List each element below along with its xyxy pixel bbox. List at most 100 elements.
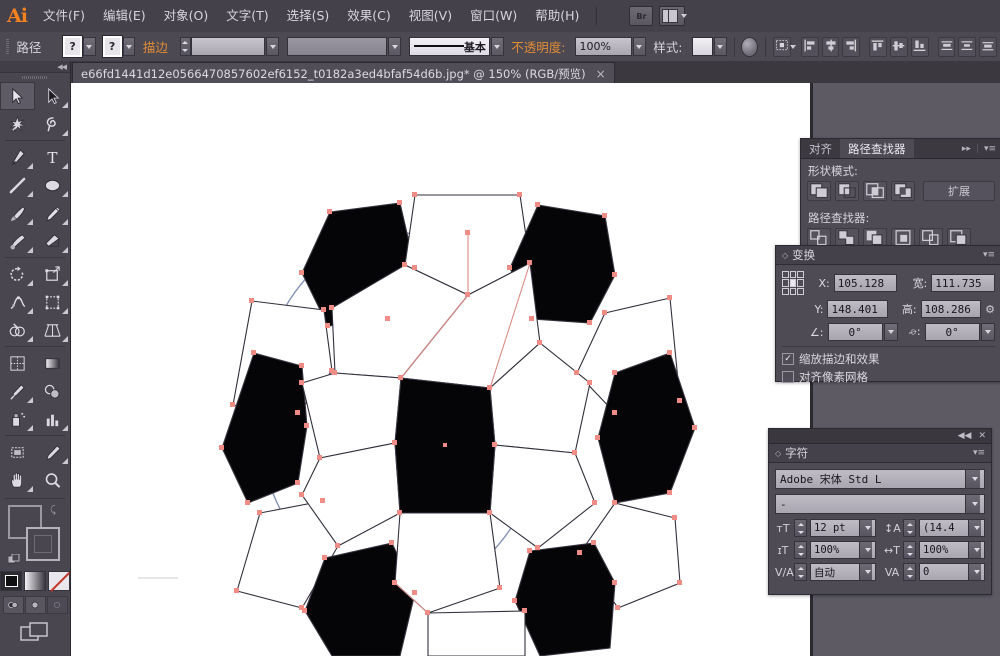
font-family-select[interactable]: Adobe 宋体 Std L (775, 469, 985, 489)
kerning-row[interactable]: V/A 自动 (775, 563, 876, 581)
ellipse-tool[interactable] (35, 171, 70, 199)
width-input[interactable]: 111.735 (931, 274, 995, 292)
transform-panel[interactable]: ◇ 变换 ▾≡ X: 105.128 宽: 111.735 Y: 148.401 (775, 245, 1000, 385)
stroke-weight-dropdown[interactable] (266, 37, 280, 56)
chevron-down-icon[interactable] (859, 520, 872, 536)
menu-item-window[interactable]: 窗口(W) (461, 0, 526, 32)
default-fill-stroke-icon[interactable] (7, 553, 20, 566)
slice-tool[interactable] (35, 438, 70, 466)
mesh-tool[interactable] (0, 349, 35, 377)
angle-input[interactable]: 0° (827, 323, 883, 341)
no-fill-button[interactable] (48, 571, 70, 591)
close-icon[interactable]: × (596, 67, 606, 81)
scale-tool[interactable] (35, 260, 70, 288)
chevron-down-icon[interactable] (968, 564, 981, 580)
document-tab[interactable]: e66fd1441d12e0566470857602ef6152_t0182a3… (72, 62, 615, 84)
align-bottom-icon[interactable] (910, 36, 929, 57)
tab-pathfinder[interactable]: 路径查找器 (840, 139, 914, 158)
shear-dropdown[interactable] (980, 323, 996, 341)
type-tool[interactable]: T (35, 143, 70, 171)
chevron-down-icon[interactable] (859, 564, 872, 580)
blend-tool[interactable] (35, 377, 70, 405)
panel-menu-icon[interactable]: ▾≡ (984, 144, 996, 154)
graphic-style-dropdown[interactable] (713, 37, 727, 56)
align-pixel-grid-checkbox[interactable] (782, 371, 794, 383)
scale-strokes-checkbox[interactable]: ✓ (782, 353, 794, 365)
stroke-color-box[interactable] (26, 527, 60, 561)
pathfinder-panel[interactable]: 对齐 路径查找器 ▸▸ | ▾≡ 形状模式: 扩展 路径查找器: (800, 138, 1000, 256)
menu-item-object[interactable]: 对象(O) (155, 0, 218, 32)
distribute-bottom-icon[interactable] (979, 36, 998, 57)
intersect-button[interactable] (863, 181, 887, 201)
vertical-scale-row[interactable]: ɪT 100% (775, 541, 876, 559)
direct-selection-tool[interactable] (35, 82, 70, 110)
close-icon[interactable]: ✕ (978, 431, 986, 441)
font-style-select[interactable]: - (775, 494, 985, 514)
tracking-row[interactable]: VA 0 (884, 563, 985, 581)
vertical-scale-stepper[interactable] (794, 541, 807, 559)
hand-tool[interactable] (0, 466, 35, 494)
horizontal-scale-stepper[interactable] (903, 541, 916, 559)
bridge-icon[interactable]: Br (629, 6, 654, 26)
horizontal-scale-input[interactable]: 100% (919, 541, 985, 559)
scale-strokes-row[interactable]: ✓ 缩放描边和效果 (782, 351, 995, 367)
font-size-row[interactable]: ᴛT 12 pt (775, 519, 876, 537)
toolbox-collapse-button[interactable]: ◀◀ (0, 61, 70, 73)
toolbox-grip[interactable] (0, 73, 70, 82)
leading-stepper[interactable] (903, 519, 916, 537)
panel-collapse-icon[interactable]: ◇ (782, 251, 788, 260)
rotate-tool[interactable] (0, 260, 35, 288)
draw-inside-button[interactable] (46, 596, 68, 614)
draw-behind-button[interactable] (24, 596, 46, 614)
paintbrush-tool[interactable] (0, 199, 35, 227)
angle-dropdown[interactable] (883, 323, 898, 341)
brush-dropdown[interactable] (490, 37, 504, 56)
x-input[interactable]: 105.128 (833, 274, 898, 292)
gradient-tool[interactable] (35, 349, 70, 377)
graphic-style-swatch[interactable] (692, 37, 713, 56)
perspective-grid-tool[interactable] (35, 316, 70, 344)
kerning-stepper[interactable] (794, 563, 807, 581)
brush-definition-select[interactable]: 基本 (408, 37, 490, 56)
eyedropper-tool[interactable] (0, 377, 35, 405)
width-tool[interactable] (0, 288, 35, 316)
align-to-selection-icon[interactable] (773, 36, 797, 57)
tab-align[interactable]: 对齐 (801, 139, 840, 158)
expand-button[interactable]: 扩展 (923, 181, 995, 201)
stroke-swatch[interactable]: ? (101, 35, 123, 58)
character-panel-titlebar[interactable]: ◀◀ ✕ (769, 429, 991, 444)
link-dimensions-icon[interactable]: ⚙ (985, 303, 995, 316)
align-pixel-grid-row[interactable]: 对齐像素网格 (782, 369, 995, 385)
opacity-dropdown[interactable] (632, 37, 646, 56)
swap-fill-stroke-icon[interactable]: ⤹ (50, 505, 56, 516)
arrange-documents-icon[interactable] (659, 6, 688, 26)
font-size-stepper[interactable] (794, 519, 807, 537)
stroke-weight-stepper[interactable] (179, 37, 191, 56)
pen-tool[interactable] (0, 143, 35, 171)
lasso-tool[interactable] (35, 110, 70, 138)
gradient-fill-button[interactable] (24, 571, 46, 591)
stroke-profile-dropdown[interactable] (388, 37, 402, 56)
reference-point-selector[interactable] (782, 271, 804, 295)
leading-input[interactable]: (14.4 (919, 519, 985, 537)
height-input[interactable]: 108.286 (920, 300, 982, 318)
pencil-tool[interactable] (35, 199, 70, 227)
character-panel[interactable]: ◀◀ ✕ ◇ 字符 ▾≡ Adobe 宋体 Std L - ᴛT 12 pt ↕… (768, 428, 992, 595)
tracking-stepper[interactable] (903, 563, 916, 581)
menu-item-help[interactable]: 帮助(H) (526, 0, 588, 32)
column-graph-tool[interactable] (35, 405, 70, 433)
stroke-weight-input[interactable] (190, 37, 266, 56)
horizontal-scale-row[interactable]: ↔T 100% (884, 541, 985, 559)
minus-front-button[interactable] (835, 181, 859, 201)
color-fill-button[interactable] (0, 571, 22, 591)
stroke-dropdown-button[interactable] (122, 37, 136, 56)
distribute-vertical-center-icon[interactable] (958, 36, 977, 57)
fill-stroke-controls[interactable]: ⤹ (7, 505, 64, 567)
artboard-canvas[interactable]: .pD{fill:#050507;stroke:#3a3440;stroke-w… (70, 83, 810, 656)
unite-button[interactable] (807, 181, 831, 201)
blob-brush-tool[interactable] (0, 227, 35, 255)
align-left-icon[interactable] (800, 36, 819, 57)
align-top-icon[interactable] (869, 36, 887, 57)
distribute-top-icon[interactable] (937, 36, 956, 57)
artboard-tool[interactable] (0, 438, 35, 466)
